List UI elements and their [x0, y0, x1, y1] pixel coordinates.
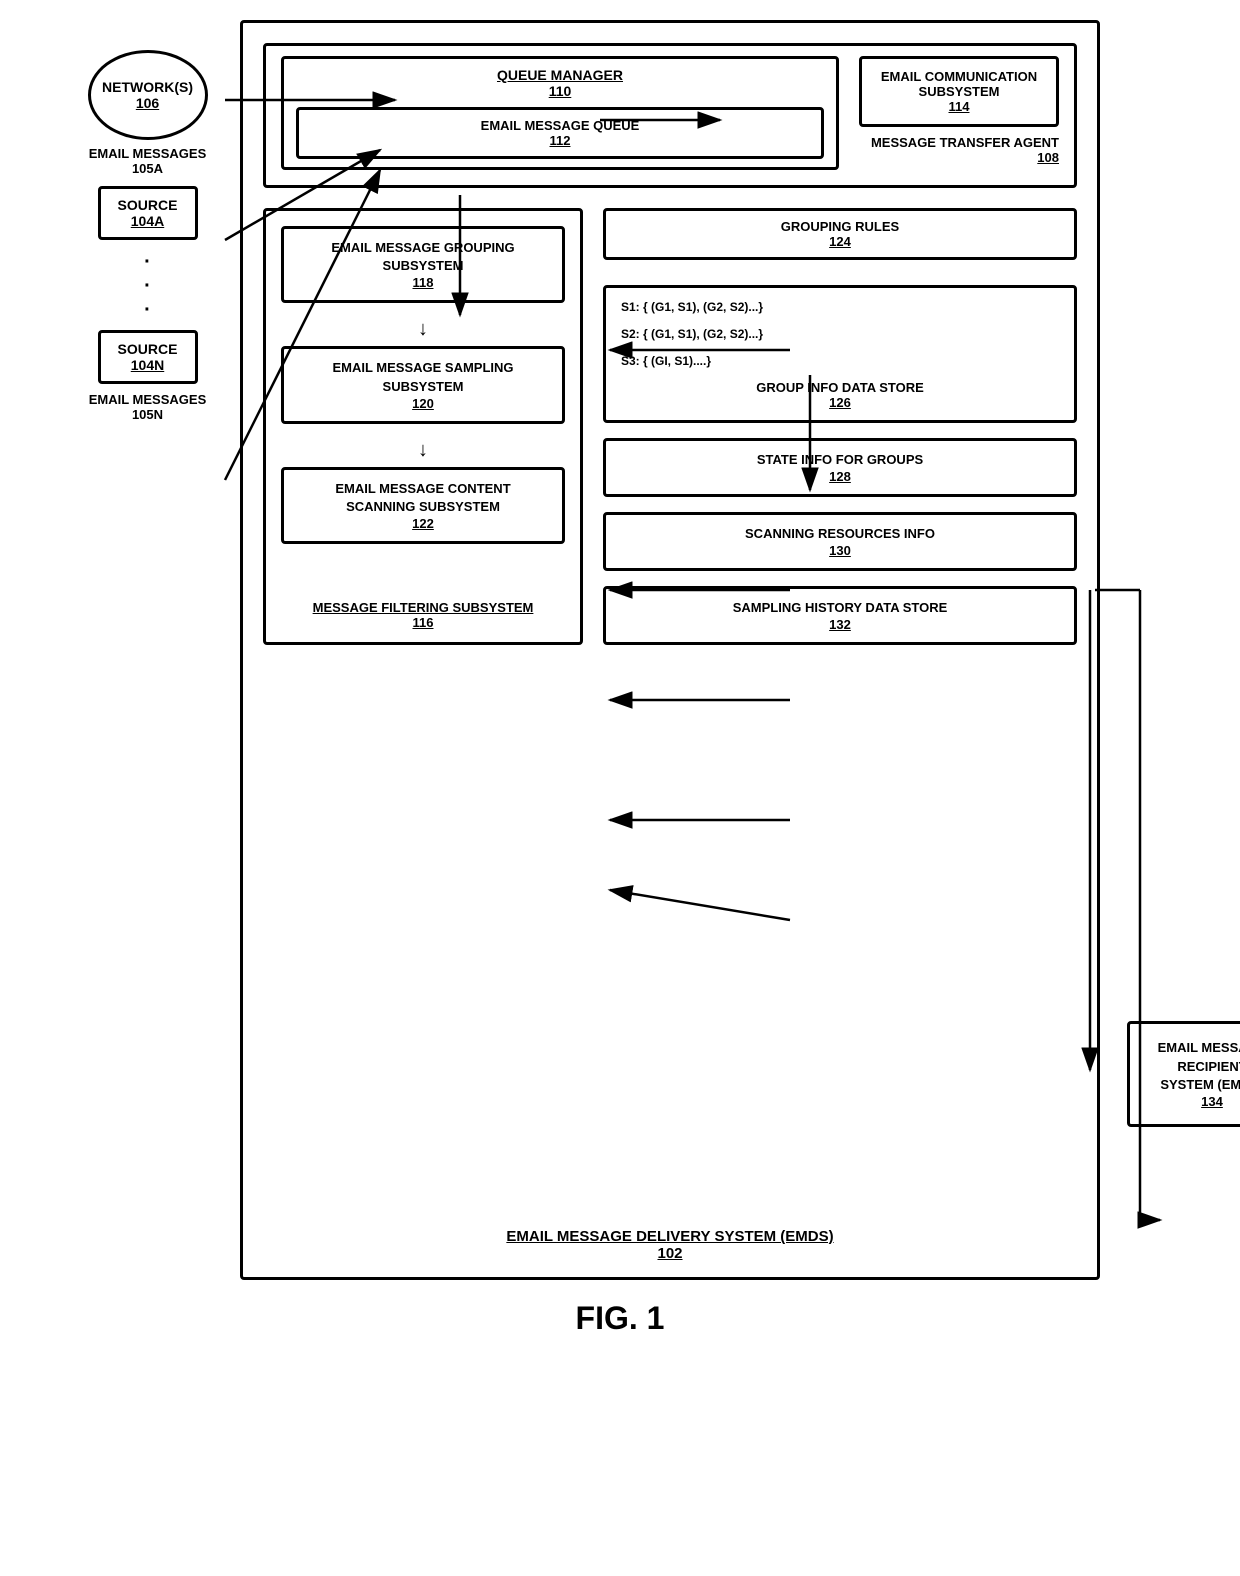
sampling-subsystem-ref: 120 [299, 396, 547, 411]
email-msg-n-ref: 105N [70, 407, 225, 422]
emds-ref: 102 [506, 1245, 833, 1262]
source-a-ref: 104A [113, 213, 183, 229]
content-scanning-box: EMAIL MESSAGE CONTENT SCANNING SUBSYSTEM… [281, 467, 565, 544]
email-msg-a-label: EMAIL MESSAGES [70, 146, 225, 161]
sampling-subsystem-title: EMAIL MESSAGE SAMPLING SUBSYSTEM [299, 359, 547, 395]
emds-box: QUEUE MANAGER 110 EMAIL MESSAGE QUEUE 11… [240, 20, 1100, 1280]
sampling-subsystem-box: EMAIL MESSAGE SAMPLING SUBSYSTEM 120 [281, 346, 565, 423]
mta-ref: 108 [871, 150, 1059, 165]
queue-manager-title: QUEUE MANAGER 110 [296, 67, 824, 99]
emrs-outer: EMAIL MESSAGE RECIPIENT SYSTEM (EMRS) 13… [1127, 1021, 1240, 1127]
group-info-area: S1: { (G1, S1), (G2, S2)...} S2: { (G1, … [603, 285, 1077, 423]
grouping-rules-ref: 124 [621, 234, 1059, 249]
left-panel: NETWORK(S) 106 EMAIL MESSAGES 105A SOURC… [70, 50, 225, 422]
emds-label: EMAIL MESSAGE DELIVERY SYSTEM (EMDS) 102 [506, 1228, 833, 1262]
scanning-resources-ref: 130 [621, 543, 1059, 558]
email-msg-n-label: EMAIL MESSAGES [70, 392, 225, 407]
content-scanning-ref: 122 [299, 516, 547, 531]
email-queue-box: EMAIL MESSAGE QUEUE 112 [296, 107, 824, 159]
group-info-title: GROUP INFO DATA STORE [621, 380, 1059, 395]
group-info-s3: S3: { (GI, S1)....} [621, 352, 1059, 371]
ecs-ref: 114 [877, 99, 1041, 114]
grouping-subsystem-ref: 118 [299, 275, 547, 290]
queue-manager-box: QUEUE MANAGER 110 EMAIL MESSAGE QUEUE 11… [281, 56, 839, 170]
source-a-title: SOURCE [113, 197, 183, 213]
grouping-subsystem-box: EMAIL MESSAGE GROUPING SUBSYSTEM 118 [281, 226, 565, 303]
sampling-history-box: SAMPLING HISTORY DATA STORE 132 [603, 586, 1077, 645]
emrs-title: EMAIL MESSAGE RECIPIENT SYSTEM (EMRS) [1150, 1039, 1240, 1094]
emrs-ref: 134 [1150, 1094, 1240, 1109]
queue-manager-ref: 110 [296, 83, 824, 99]
mta-label: MESSAGE TRANSFER AGENT [871, 135, 1059, 150]
state-info-box: STATE INFO FOR GROUPS 128 [603, 438, 1077, 497]
datastore-col: GROUPING RULES 124 S1: { (G1, S1), (G2, … [603, 208, 1077, 645]
state-info-title: STATE INFO FOR GROUPS [621, 451, 1059, 469]
dots-separator: ··· [70, 250, 225, 322]
group-info-s1: S1: { (G1, S1), (G2, S2)...} [621, 298, 1059, 317]
mfs-label-text: MESSAGE FILTERING SUBSYSTEM [313, 600, 534, 615]
mfs-box: EMAIL MESSAGE GROUPING SUBSYSTEM 118 ↓ E… [263, 208, 583, 645]
email-queue-title: EMAIL MESSAGE QUEUE [311, 118, 809, 133]
queue-manager-text: QUEUE MANAGER [296, 67, 824, 83]
main-content: EMAIL MESSAGE GROUPING SUBSYSTEM 118 ↓ E… [263, 208, 1077, 645]
grouping-rules-title: GROUPING RULES [621, 219, 1059, 234]
arrow-down-1: ↓ [281, 318, 565, 341]
scanning-resources-title: SCANNING RESOURCES INFO [621, 525, 1059, 543]
emds-label-text: EMAIL MESSAGE DELIVERY SYSTEM (EMDS) [506, 1228, 833, 1245]
grouping-subsystem-title: EMAIL MESSAGE GROUPING SUBSYSTEM [299, 239, 547, 275]
network-title: NETWORK(S) [102, 79, 193, 95]
diagram-wrapper: NETWORK(S) 106 EMAIL MESSAGES 105A SOURC… [70, 20, 1170, 1280]
scanning-resources-box: SCANNING RESOURCES INFO 130 [603, 512, 1077, 571]
group-info-ref: 126 [621, 395, 1059, 410]
ecs-box: EMAIL COMMUNICATION SUBSYSTEM 114 [859, 56, 1059, 127]
mfs-label: MESSAGE FILTERING SUBSYSTEM 116 [313, 600, 534, 630]
ecs-title: EMAIL COMMUNICATION SUBSYSTEM [877, 69, 1041, 99]
source-n-box: SOURCE 104N [98, 330, 198, 384]
network-ellipse: NETWORK(S) 106 [88, 50, 208, 140]
sampling-history-title: SAMPLING HISTORY DATA STORE [621, 599, 1059, 617]
emrs-box: EMAIL MESSAGE RECIPIENT SYSTEM (EMRS) 13… [1127, 1021, 1240, 1127]
email-queue-ref: 112 [311, 133, 809, 148]
fig-title: FIG. 1 [576, 1300, 665, 1337]
content-scanning-title: EMAIL MESSAGE CONTENT SCANNING SUBSYSTEM [299, 480, 547, 516]
source-a-box: SOURCE 104A [98, 186, 198, 240]
source-n-ref: 104N [113, 357, 183, 373]
state-info-ref: 128 [621, 469, 1059, 484]
sampling-history-ref: 132 [621, 617, 1059, 632]
grouping-rules-box: GROUPING RULES 124 [603, 208, 1077, 260]
group-info-s2: S2: { (G1, S1), (G2, S2)...} [621, 325, 1059, 344]
mta-box: QUEUE MANAGER 110 EMAIL MESSAGE QUEUE 11… [263, 43, 1077, 188]
source-n-title: SOURCE [113, 341, 183, 357]
email-msg-a-ref: 105A [70, 161, 225, 176]
network-ref: 106 [136, 95, 159, 111]
mfs-ref: 116 [313, 615, 534, 630]
arrow-down-2: ↓ [281, 439, 565, 462]
